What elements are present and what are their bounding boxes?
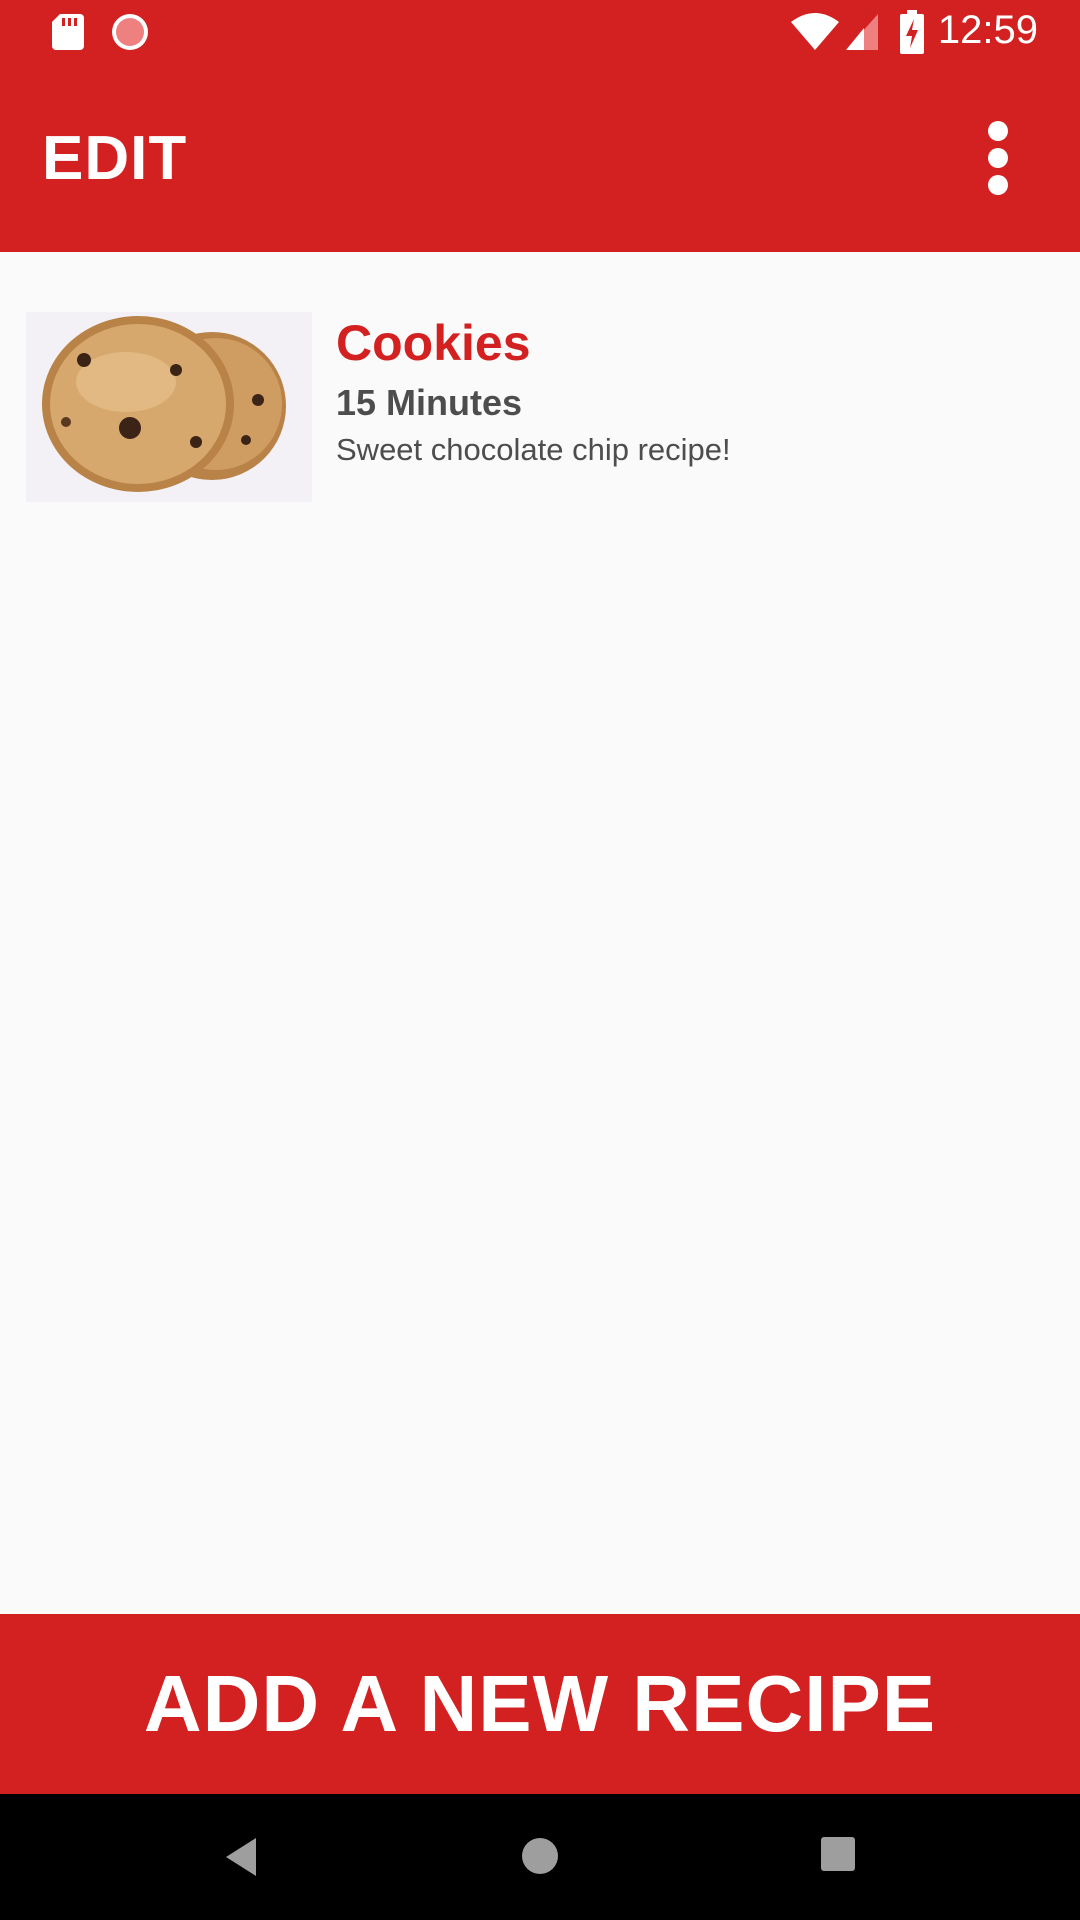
page-title: EDIT (42, 124, 188, 193)
home-icon[interactable] (518, 1834, 562, 1878)
wifi-icon (791, 13, 839, 50)
recipe-image (26, 312, 312, 502)
recipe-list: Cookies 15 Minutes Sweet chocolate chip … (0, 252, 1080, 1614)
sd-card-icon (52, 14, 84, 50)
cookie-image (26, 312, 312, 502)
battery-charging-icon (900, 10, 924, 54)
overflow-menu-button[interactable] (968, 113, 1028, 203)
navigation-bar (0, 1794, 1080, 1920)
recipe-time: 15 Minutes (336, 382, 523, 423)
recents-icon[interactable] (818, 1834, 858, 1874)
recipe-name: Cookies (336, 315, 531, 371)
back-icon[interactable] (220, 1834, 264, 1880)
recipe-description: Sweet chocolate chip recipe! (336, 432, 731, 467)
status-bar: 12:59 (0, 0, 1080, 63)
status-time: 12:59 (937, 8, 1038, 52)
recipe-list-item[interactable]: Cookies 15 Minutes Sweet chocolate chip … (26, 312, 1056, 502)
overflow-menu-icon (988, 121, 1008, 195)
add-recipe-button[interactable]: ADD A NEW RECIPE (0, 1614, 1080, 1794)
signal-icon (846, 14, 878, 50)
loading-icon (112, 14, 148, 50)
app-bar: EDIT (0, 63, 1080, 252)
